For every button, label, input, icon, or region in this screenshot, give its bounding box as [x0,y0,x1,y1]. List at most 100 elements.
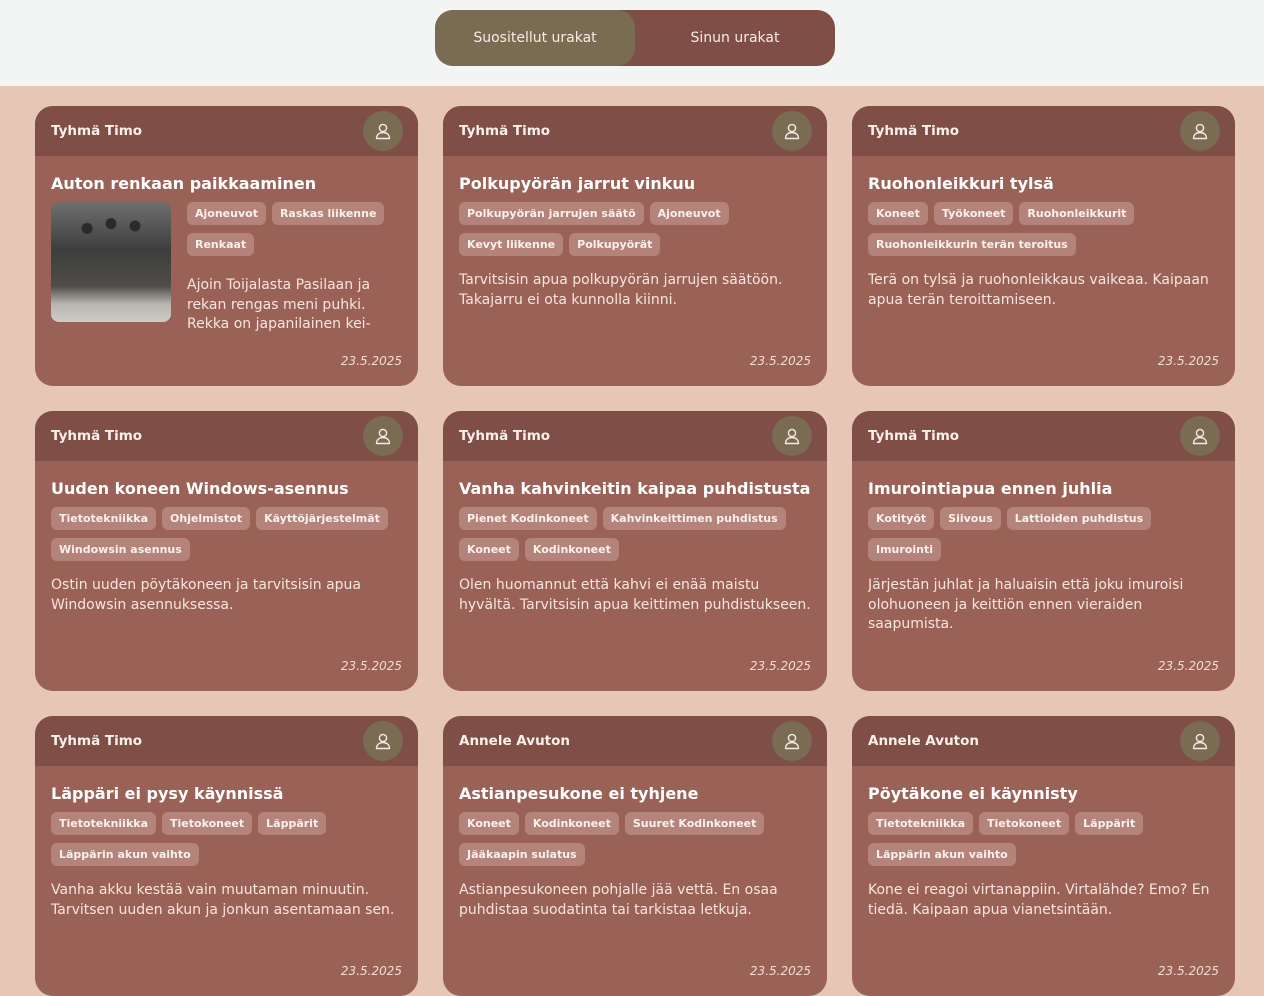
card-date: 23.5.2025 [340,659,402,673]
tag-list: Ajoneuvot Raskas liikenne Renkaat [187,202,402,256]
category-tag: Läppärit [1075,812,1144,835]
category-tag: Ajoneuvot [649,202,729,225]
card-date: 23.5.2025 [340,964,402,978]
category-tag: Kevyt liikenne [459,233,564,256]
category-tag: Imurointi [868,538,941,561]
category-tag: Ruohonleikkurit [1019,202,1135,225]
category-tag: Tietokoneet [979,812,1070,835]
category-tag: Työkoneet [933,202,1014,225]
card-author: Tyhmä Timo [51,733,143,749]
card-header: Tyhmä Timo [443,106,827,156]
category-tag: Suuret Kodinkoneet [624,812,765,835]
user-icon[interactable] [1180,721,1220,761]
category-tag: Tietotekniikka [51,812,157,835]
card-date: 23.5.2025 [749,659,811,673]
category-tag: Lattioiden puhdistus [1006,507,1152,530]
job-card[interactable]: Annele Avuton Astianpesukone ei tyhjene … [443,716,827,996]
tag-list: Tietotekniikka Tietokoneet Läppärit Läppäri… [868,812,1219,866]
job-view-toggle[interactable]: Suositellut urakat Sinun urakat [435,10,835,66]
tag-list: Koneet Kodinkoneet Suuret Kodinkoneet Jääka… [459,812,811,866]
card-title: Ruohonleikkuri tylsä [868,174,1054,193]
category-tag: Ajoneuvot [187,202,266,225]
card-author: Tyhmä Timo [868,123,960,139]
category-tag: Läppärin akun vaihto [868,843,1016,866]
card-title: Polkupyörän jarrut vinkuu [459,174,696,193]
category-tag: Pienet Kodinkoneet [459,507,597,530]
category-tag: Jääkaapin sulatus [459,843,585,866]
card-description: Tarvitsisin apua polkupyörän jarrujen sä… [459,272,783,308]
card-description: Vanha akku kestää vain muutaman minuutin… [51,882,395,918]
top-bar: Suositellut urakat Sinun urakat [0,0,1264,86]
tag-list: Tietotekniikka Ohjelmistot Käyttöjärjestel… [51,507,402,561]
card-date: 23.5.2025 [749,964,811,978]
category-tag: Ruohonleikkurin terän teroitus [868,233,1076,256]
user-icon[interactable] [772,416,812,456]
tag-list: Kotityöt Siivous Lattioiden puhdistus Imuro… [868,507,1219,561]
card-date: 23.5.2025 [1157,964,1219,978]
card-date: 23.5.2025 [340,354,402,368]
category-tag: Polkupyörät [569,233,661,256]
user-icon[interactable] [1180,111,1220,151]
tag-list: Pienet Kodinkoneet Kahvinkeittimen puhdis… [459,507,811,561]
tab-recommended-jobs[interactable]: Suositellut urakat [435,10,635,66]
card-author: Tyhmä Timo [459,428,551,444]
category-tag: Raskas liikenne [271,202,385,225]
card-header: Annele Avuton [443,716,827,766]
job-card[interactable]: Tyhmä Timo Imurointiapua ennen juhlia Ko… [852,411,1235,691]
card-date: 23.5.2025 [1157,659,1219,673]
tag-list: Polkupyörän jarrujen säätö Ajoneuvot Kevyt… [459,202,811,256]
tire-photo [51,202,171,322]
category-tag: Kodinkoneet [524,538,619,561]
user-icon[interactable] [363,721,403,761]
job-card[interactable]: Annele Avuton Pöytäkone ei käynnisty Tie… [852,716,1235,996]
card-description: Terä on tylsä ja ruohonleikkaus vaikeaa.… [868,272,1209,308]
tab-your-jobs[interactable]: Sinun urakat [635,10,835,66]
job-card[interactable]: Tyhmä Timo Polkupyörän jarrut vinkuu Pol… [443,106,827,386]
category-tag: Siivous [940,507,1001,530]
card-description: Astianpesukoneen pohjalle jää vettä. En … [459,882,778,918]
card-description: Järjestän juhlat ja haluaisin että joku … [868,577,1184,632]
user-icon[interactable] [772,721,812,761]
card-header: Tyhmä Timo [35,411,418,461]
user-icon[interactable] [363,111,403,151]
card-description: Olen huomannut että kahvi ei enää maistu… [459,577,811,613]
card-header: Tyhmä Timo [35,716,418,766]
tag-list: Tietotekniikka Tietokoneet Läppärit Läppäri… [51,812,402,866]
category-tag: Koneet [868,202,928,225]
card-description: Ostin uuden pöytäkoneen ja tarvitsisin a… [51,577,362,613]
category-tag: Kotityöt [868,507,935,530]
job-card[interactable]: Tyhmä Timo Vanha kahvinkeitin kaipaa puh… [443,411,827,691]
category-tag: Läppärin akun vaihto [51,843,199,866]
job-card[interactable]: Tyhmä Timo Ruohonleikkuri tylsä Koneet Ty… [852,106,1235,386]
card-title: Vanha kahvinkeitin kaipaa puhdistusta [459,479,811,498]
job-card-grid: Tyhmä Timo Auton renkaan paikkaaminen Aj… [35,106,1235,996]
tag-list: Koneet Työkoneet Ruohonleikkurit Ruohonleik… [868,202,1219,256]
card-header: Tyhmä Timo [35,106,418,156]
card-header: Tyhmä Timo [852,411,1235,461]
category-tag: Kahvinkeittimen puhdistus [602,507,786,530]
category-tag: Windowsin asennus [51,538,190,561]
category-tag: Tietokoneet [162,812,253,835]
card-header: Tyhmä Timo [443,411,827,461]
category-tag: Tietotekniikka [868,812,974,835]
user-icon[interactable] [363,416,403,456]
card-date: 23.5.2025 [749,354,811,368]
card-author: Tyhmä Timo [51,428,143,444]
job-card[interactable]: Tyhmä Timo Uuden koneen Windows-asennus … [35,411,418,691]
job-card[interactable]: Tyhmä Timo Läppäri ei pysy käynnissä Tie… [35,716,418,996]
category-tag: Tietotekniikka [51,507,157,530]
card-description: Kone ei reagoi virtanappiin. Virtalähde?… [868,882,1210,918]
job-card[interactable]: Tyhmä Timo Auton renkaan paikkaaminen Aj… [35,106,418,386]
user-icon[interactable] [1180,416,1220,456]
card-date: 23.5.2025 [1157,354,1219,368]
card-author: Tyhmä Timo [868,428,960,444]
category-tag: Kodinkoneet [524,812,619,835]
category-tag: Käyttöjärjestelmät [256,507,388,530]
user-icon[interactable] [772,111,812,151]
card-header: Tyhmä Timo [852,106,1235,156]
card-title: Uuden koneen Windows-asennus [51,479,349,498]
card-author: Annele Avuton [459,733,571,749]
category-tag: Koneet [459,812,519,835]
category-tag: Ohjelmistot [162,507,251,530]
category-tag: Koneet [459,538,519,561]
